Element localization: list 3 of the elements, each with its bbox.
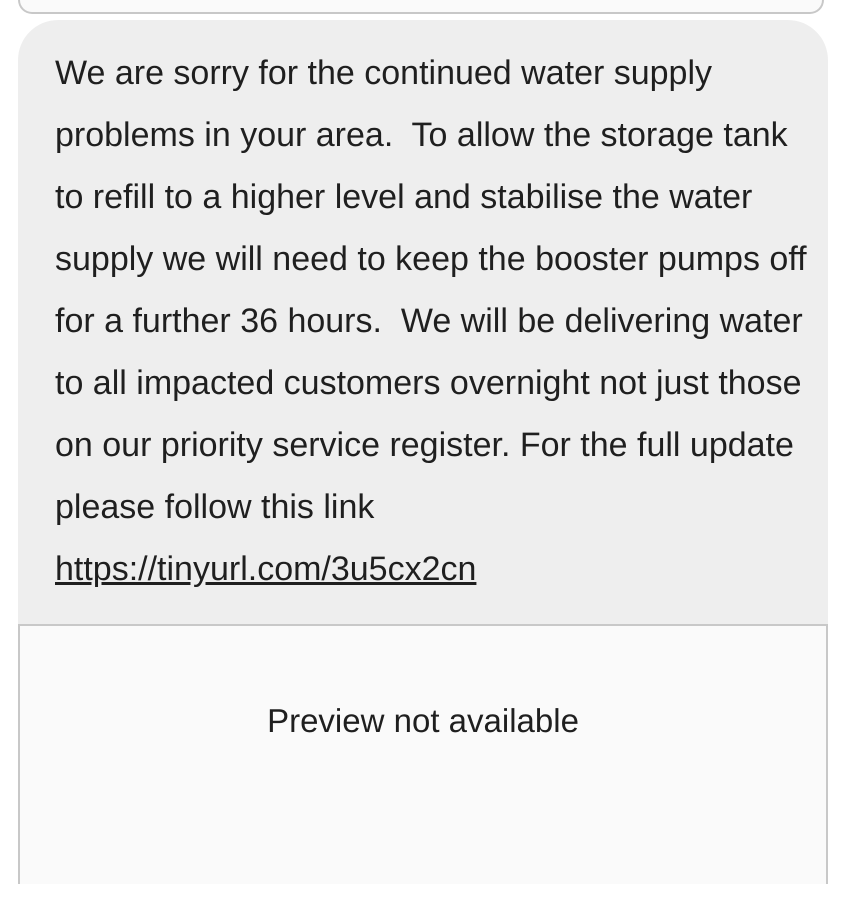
preview-status-text: Preview not available	[267, 702, 579, 741]
message-text: We are sorry for the continued water supply problems in your area. To allow the storage tank to refill to a higher level and stabilise the water supply we will need to keep the booster pumps off for a further 36 hours. We will be delivering water to all impacted customers overnight not just those on our priority service register. For the full update please follow this link https://tinyurl.com/3u5cx2cn	[55, 53, 808, 590]
message-link[interactable]: https://tinyurl.com/3u5cx2cn	[55, 550, 476, 588]
